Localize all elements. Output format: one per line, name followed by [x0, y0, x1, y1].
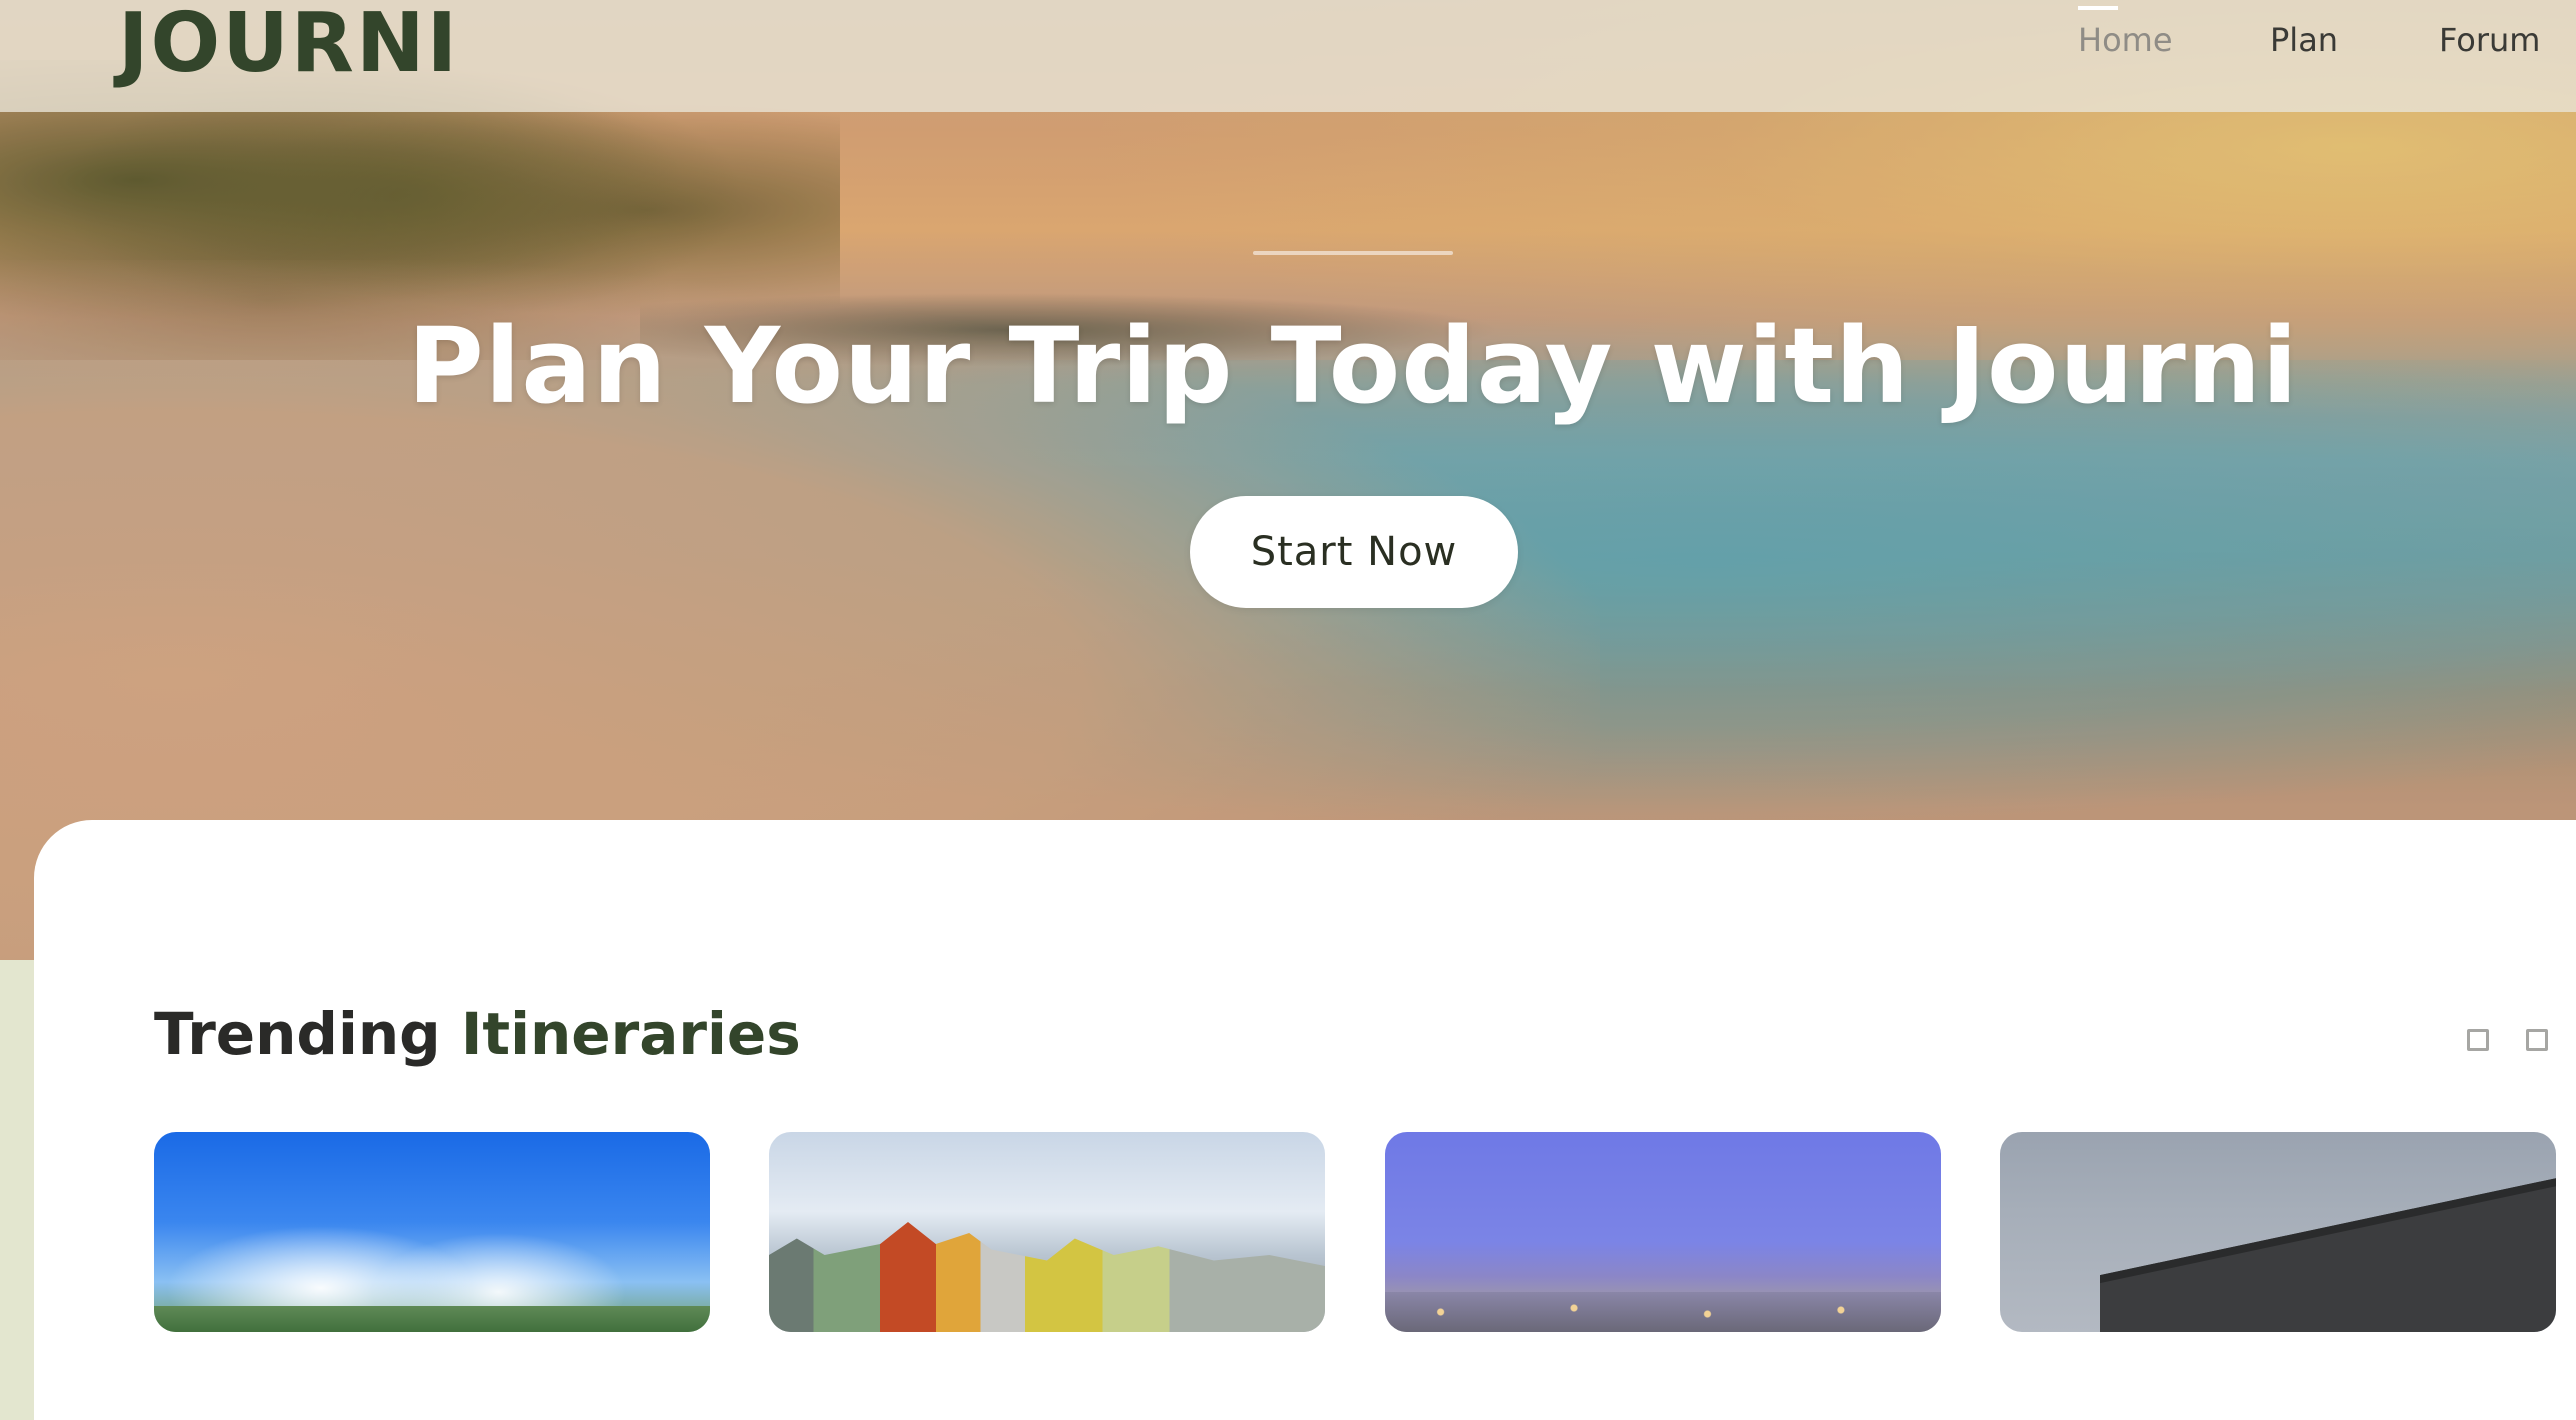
nav-active-indicator [2078, 6, 2118, 10]
hero-accent-line [1253, 251, 1453, 255]
city-lights-image [1385, 1292, 1941, 1332]
itinerary-card-townhouses[interactable] [769, 1132, 1325, 1332]
nav-home[interactable]: Home [2078, 6, 2173, 62]
navbar: JOURNI Home Plan Forum [0, 0, 2576, 112]
itinerary-card-building[interactable] [2000, 1132, 2556, 1332]
hero-overlay [0, 0, 2576, 960]
nav-home-label: Home [2078, 21, 2173, 59]
nav-forum[interactable]: Forum [2439, 18, 2540, 62]
nav-plan[interactable]: Plan [2270, 18, 2338, 62]
hero-title: Plan Your Trip Today with Journi [407, 305, 2299, 427]
trending-title-part2: Itineraries [460, 1000, 801, 1068]
carousel-prev-button[interactable] [2467, 1029, 2489, 1051]
trending-itineraries-title: Trending Itineraries [154, 994, 801, 1074]
hero-section: Plan Your Trip Today with Journi Start N… [0, 0, 2576, 960]
townhouses-image [769, 1222, 1325, 1332]
itinerary-card-mountain[interactable] [154, 1132, 710, 1332]
carousel-next-button[interactable] [2526, 1029, 2548, 1051]
logo[interactable]: JOURNI [118, 0, 459, 94]
trending-title-part1: Trending [154, 1000, 461, 1068]
start-now-button[interactable]: Start Now [1190, 496, 1518, 608]
itinerary-card-city[interactable] [1385, 1132, 1941, 1332]
